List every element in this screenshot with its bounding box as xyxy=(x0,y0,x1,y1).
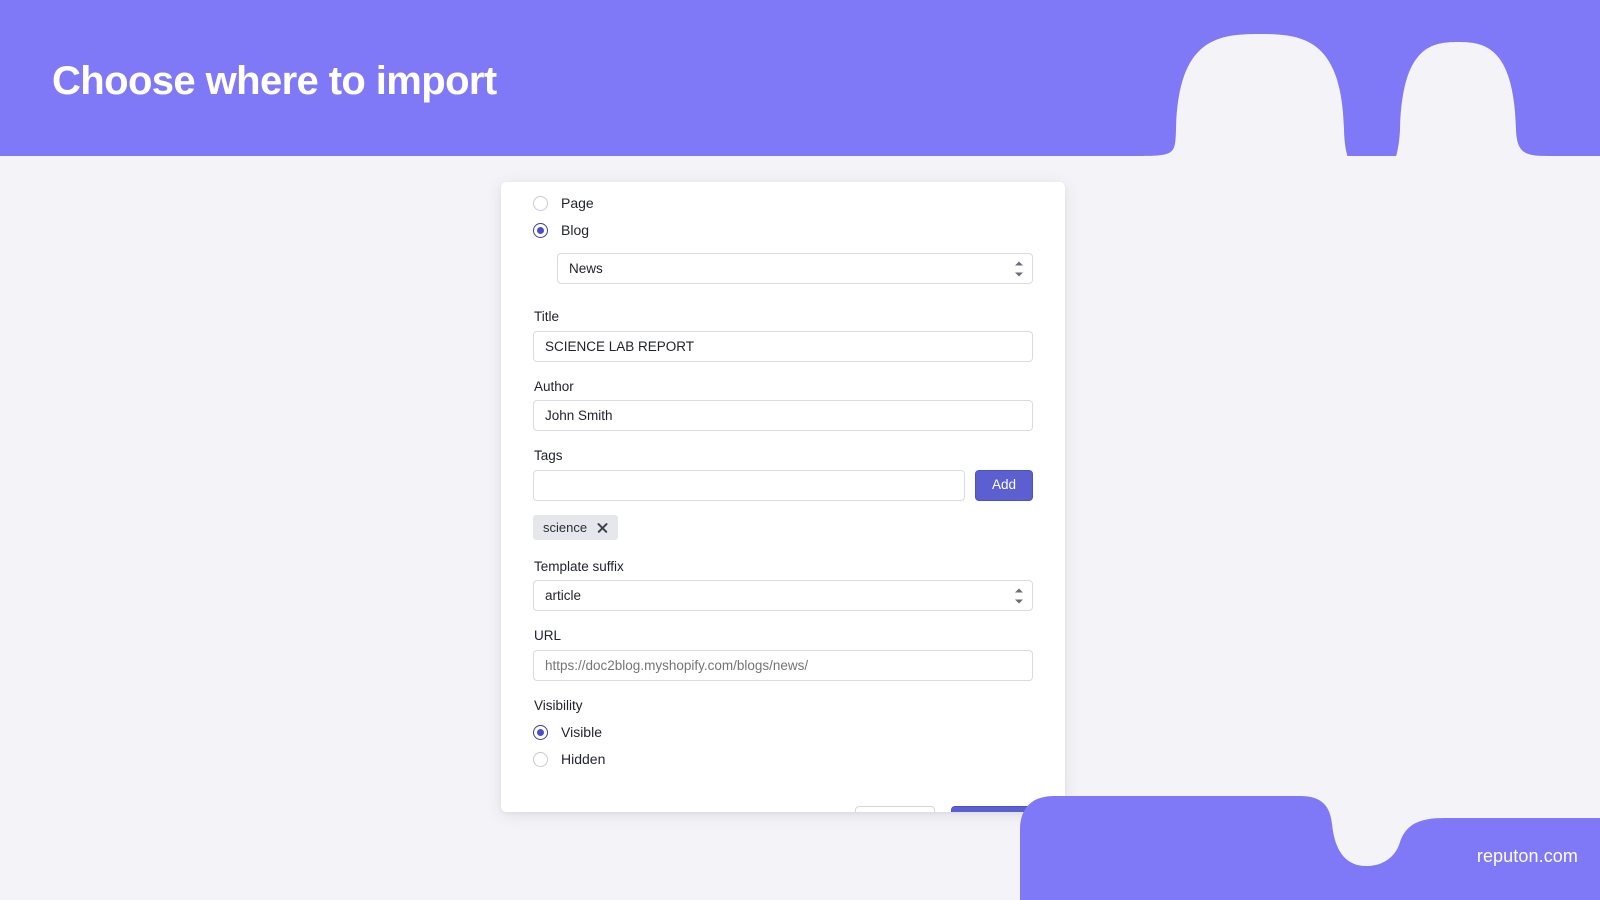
author-input[interactable] xyxy=(533,400,1033,431)
template-suffix-select[interactable]: article xyxy=(533,580,1033,611)
template-suffix-select-wrapper[interactable]: article xyxy=(533,580,1033,611)
url-field-label: URL xyxy=(534,628,562,643)
radio-hidden-label: Hidden xyxy=(561,751,606,767)
blog-select[interactable]: News xyxy=(557,253,1033,284)
footer-wave-decoration xyxy=(1000,790,1600,900)
radio-page-label: Page xyxy=(561,195,594,211)
page-root: Choose where to import Page Blog News Ti… xyxy=(0,0,1600,900)
title-field-label: Title xyxy=(534,309,560,324)
radio-option-blog[interactable]: Blog xyxy=(533,217,1033,243)
close-icon[interactable] xyxy=(596,521,609,534)
header-wave-decoration xyxy=(1080,34,1600,156)
watermark-text: reputon.com xyxy=(1476,846,1578,866)
cancel-button[interactable]: Cancel xyxy=(854,806,935,812)
tag-chip[interactable]: science xyxy=(533,514,619,540)
add-tag-button[interactable]: Add xyxy=(974,469,1033,501)
radio-blog-label: Blog xyxy=(561,222,590,238)
page-title: Choose where to import xyxy=(52,59,497,103)
radio-visible-indicator[interactable] xyxy=(533,724,548,740)
author-field-label: Author xyxy=(534,378,574,394)
radio-visible-label: Visible xyxy=(561,724,602,740)
import-destination-modal: Page Blog News Title Author xyxy=(501,182,1065,812)
radio-page-indicator[interactable] xyxy=(533,195,548,211)
header-banner: Choose where to import xyxy=(0,0,1600,156)
visibility-label: Visibility xyxy=(534,697,583,713)
tag-chip-label: science xyxy=(543,519,588,535)
tags-input-row: Add xyxy=(533,469,1033,501)
footer-wave-shape xyxy=(1020,796,1600,900)
radio-hidden-indicator[interactable] xyxy=(533,751,548,767)
radio-blog-indicator[interactable] xyxy=(533,222,548,238)
url-input[interactable] xyxy=(533,649,1033,681)
template-suffix-label: Template suffix xyxy=(534,558,624,574)
title-input[interactable] xyxy=(533,330,1033,362)
blog-select-wrapper[interactable]: News xyxy=(557,253,1033,284)
radio-option-hidden[interactable]: Hidden xyxy=(533,746,1033,772)
tags-field-label: Tags xyxy=(534,448,563,463)
modal-actions: Cancel Publish xyxy=(533,806,1033,812)
tag-chip-list: science xyxy=(533,514,1033,540)
radio-option-page[interactable]: Page xyxy=(533,190,1033,216)
modal-body: Page Blog News Title Author xyxy=(501,182,1065,812)
tags-input[interactable] xyxy=(533,469,965,501)
radio-option-visible[interactable]: Visible xyxy=(533,719,1033,745)
